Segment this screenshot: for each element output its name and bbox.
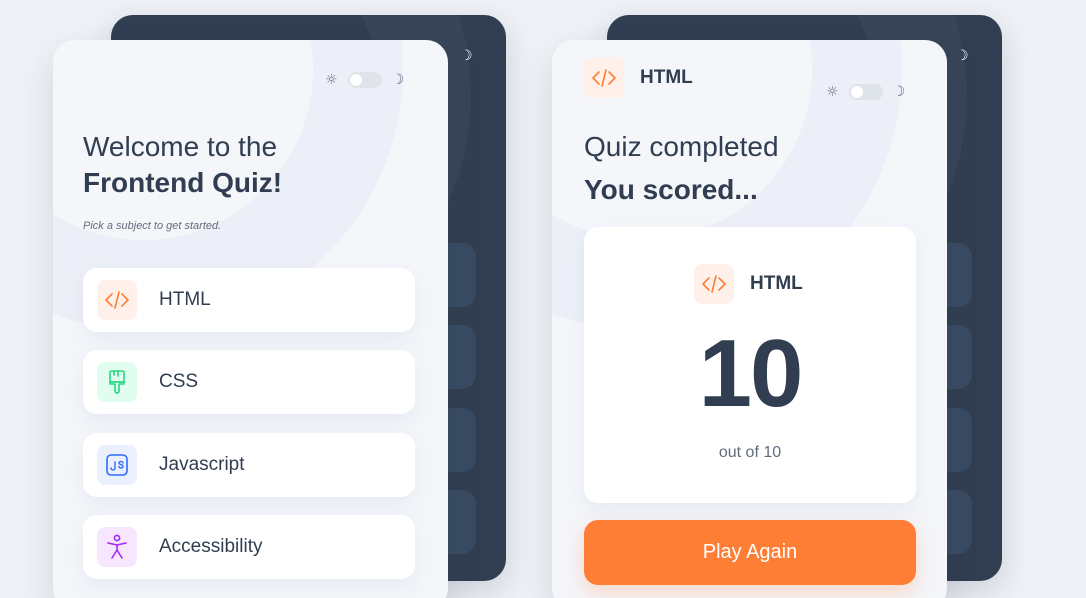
score-card: HTML 10 out of 10: [584, 227, 916, 503]
moon-icon: ☽: [391, 72, 405, 88]
current-subject-header: HTML: [584, 58, 693, 98]
moon-icon: ☽: [956, 48, 969, 64]
score-value: 10: [698, 320, 804, 427]
html-code-icon: [584, 58, 624, 98]
scored-title: You scored...: [584, 174, 758, 205]
subject-button-javascript[interactable]: Javascript: [83, 433, 415, 497]
subject-button-css[interactable]: CSS: [83, 350, 415, 414]
theme-toggle: ☼ ☽: [826, 84, 905, 100]
sun-icon: ☼: [325, 72, 338, 88]
moon-icon: ☽: [460, 48, 473, 64]
js-icon: [97, 445, 137, 485]
subject-label: Javascript: [159, 454, 245, 475]
switch-knob: [349, 74, 362, 86]
html-code-icon: [97, 280, 137, 320]
welcome-subtitle: Pick a subject to get started.: [83, 220, 222, 232]
subject-button-accessibility[interactable]: Accessibility: [83, 515, 415, 579]
accessibility-icon: [97, 527, 137, 567]
welcome-card: ☼ ☽ Welcome to the Frontend Quiz! Pick a…: [53, 40, 448, 598]
play-again-button[interactable]: Play Again: [584, 520, 916, 585]
subject-label: CSS: [159, 371, 199, 392]
html-code-icon: [694, 264, 734, 304]
moon-icon: ☽: [892, 84, 906, 100]
score-out-of: out of 10: [718, 444, 782, 461]
result-card: HTML ☼ ☽ Quiz completed You scored... HT…: [552, 40, 947, 598]
subject-button-html[interactable]: HTML: [83, 268, 415, 332]
current-subject-label: HTML: [640, 67, 693, 88]
sun-icon: ☼: [826, 84, 839, 100]
welcome-title: Welcome to the: [83, 131, 278, 162]
score-subject: HTML: [694, 264, 803, 304]
switch-knob: [850, 86, 863, 98]
theme-switch[interactable]: [848, 84, 883, 100]
score-subject-label: HTML: [750, 273, 803, 294]
paintbrush-icon: [97, 362, 137, 402]
theme-toggle: ☼ ☽: [325, 72, 404, 88]
theme-switch[interactable]: [347, 72, 382, 88]
welcome-title-bold: Frontend Quiz!: [83, 167, 283, 198]
completed-title: Quiz completed: [584, 131, 779, 162]
subject-label: Accessibility: [159, 536, 263, 557]
subject-label: HTML: [159, 289, 211, 310]
